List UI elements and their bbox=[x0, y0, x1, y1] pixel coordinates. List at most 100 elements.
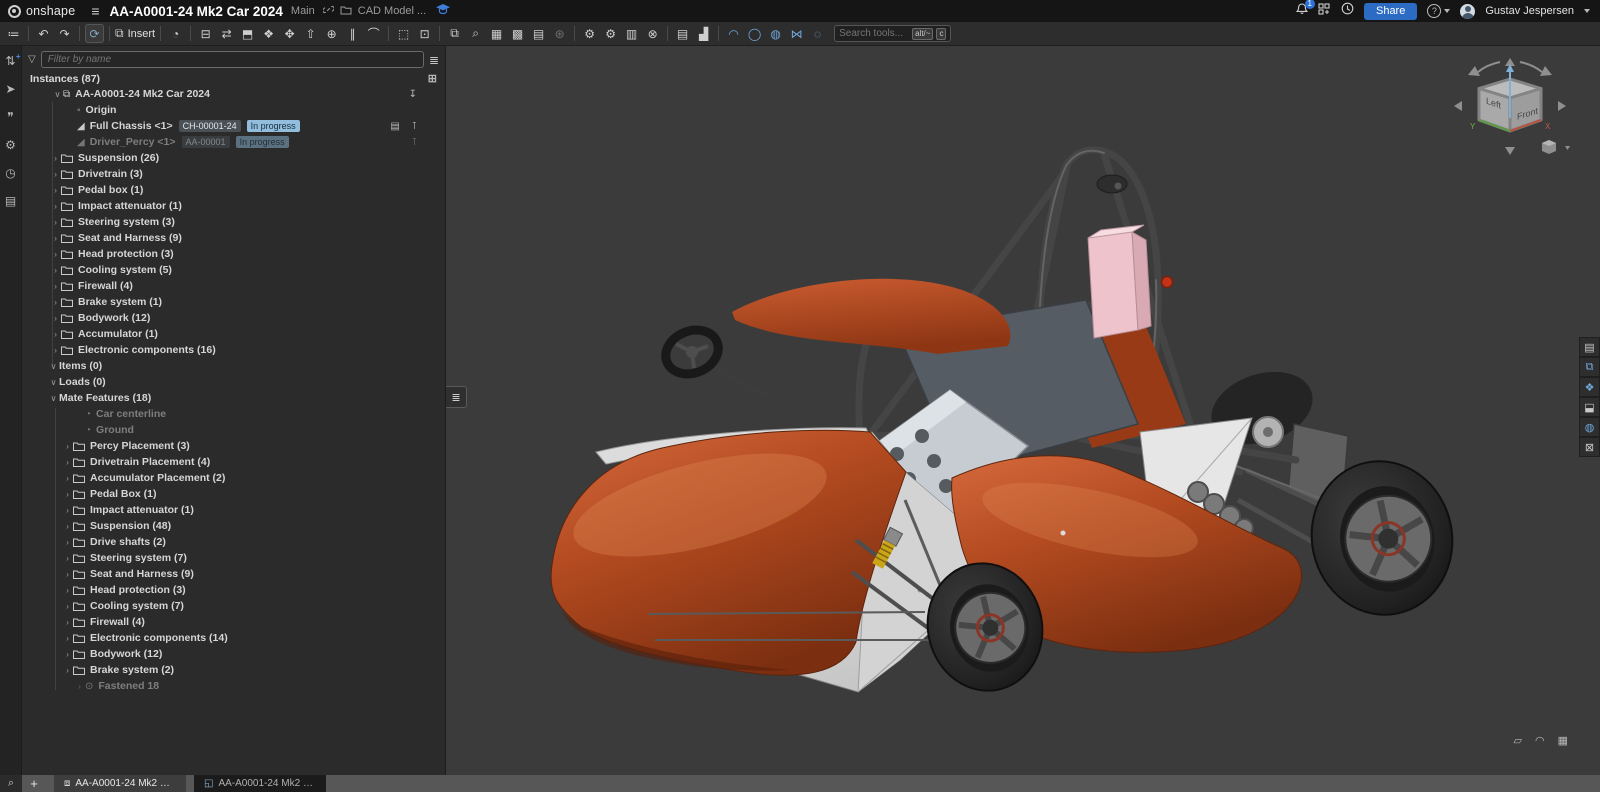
view-cube[interactable]: Left Front Y X bbox=[1448, 54, 1572, 162]
user-menu-chevron-icon[interactable] bbox=[1584, 9, 1590, 13]
tree-item[interactable]: ›Bodywork (12) bbox=[22, 646, 445, 662]
workspace-tab-label[interactable]: CAD Model ... bbox=[358, 5, 426, 17]
avatar[interactable] bbox=[1460, 4, 1475, 19]
tree-item[interactable]: ∨⧉AA-A0001-24 Mk2 Car 2024↧ bbox=[22, 86, 445, 102]
rotate-left-arrow[interactable] bbox=[1454, 101, 1462, 111]
contact-sim-icon[interactable]: ◠ bbox=[724, 24, 743, 43]
gear-relation-icon[interactable]: ⚙ bbox=[580, 24, 599, 43]
chevron-right-icon[interactable]: › bbox=[62, 473, 73, 483]
chevron-right-icon[interactable]: › bbox=[62, 553, 73, 563]
chevron-down-icon[interactable]: ∨ bbox=[48, 393, 59, 404]
update-sync-icon[interactable]: ⟳ bbox=[85, 24, 104, 43]
tree-item[interactable]: ›Bodywork (12) bbox=[22, 310, 445, 326]
document-tab-assembly[interactable]: ⧈AA-A0001-24 Mk2 Car ... bbox=[54, 775, 186, 792]
tree-item[interactable]: ›Accumulator Placement (2) bbox=[22, 470, 445, 486]
performance-gauge-icon[interactable]: ◠ bbox=[1535, 734, 1545, 747]
tree-item[interactable]: ›Cooling system (5) bbox=[22, 262, 445, 278]
tree-item[interactable]: ›Steering system (7) bbox=[22, 550, 445, 566]
named-views-icon[interactable]: ◔ bbox=[166, 24, 185, 43]
rack-relation-icon[interactable]: ⚙ bbox=[601, 24, 620, 43]
chevron-right-icon[interactable]: › bbox=[50, 313, 61, 323]
add-tab-button[interactable]: + bbox=[22, 776, 46, 791]
result-sim-icon[interactable]: ◌ bbox=[808, 24, 827, 43]
search-tools-input[interactable] bbox=[839, 28, 909, 39]
replicate-icon[interactable]: ⧉ bbox=[445, 24, 464, 43]
chevron-right-icon[interactable]: › bbox=[62, 537, 73, 547]
tree-item[interactable]: ›Cooling system (7) bbox=[22, 598, 445, 614]
bom-list-icon[interactable]: ▤ bbox=[5, 194, 16, 208]
rotate-down-arrow[interactable] bbox=[1505, 147, 1515, 155]
chevron-right-icon[interactable]: › bbox=[62, 617, 73, 627]
tree-item[interactable]: ›⊙Fastened 18 bbox=[22, 678, 445, 694]
main-menu-icon[interactable]: ≡ bbox=[91, 3, 99, 19]
chevron-right-icon[interactable]: › bbox=[62, 521, 73, 531]
search-tools-box[interactable]: alt/~ c bbox=[834, 25, 951, 42]
chevron-right-icon[interactable]: › bbox=[62, 585, 73, 595]
belt-relation-icon[interactable]: ▥ bbox=[622, 24, 641, 43]
chevron-right-icon[interactable]: › bbox=[50, 329, 61, 339]
tree-item[interactable]: ›Electronic components (16) bbox=[22, 342, 445, 358]
tree-item[interactable]: ›Pedal box (1) bbox=[22, 182, 445, 198]
tab-search-button[interactable]: ⌕ bbox=[0, 775, 22, 792]
chevron-right-icon[interactable]: › bbox=[50, 249, 61, 259]
chevron-right-icon[interactable]: › bbox=[62, 633, 73, 643]
comments-icon[interactable]: ❞ bbox=[7, 110, 13, 124]
tree-item[interactable]: ›Seat and Harness (9) bbox=[22, 230, 445, 246]
chevron-down-icon[interactable]: ∨ bbox=[52, 89, 63, 100]
redo-icon[interactable]: ↷ bbox=[55, 24, 74, 43]
constraint-sim-icon[interactable]: ⋈ bbox=[787, 24, 806, 43]
tree-item[interactable]: ›Drive shafts (2) bbox=[22, 534, 445, 550]
chevron-right-icon[interactable]: › bbox=[62, 569, 73, 579]
configurations-icon[interactable]: ⇅+ bbox=[5, 54, 15, 68]
tree-item[interactable]: ›Drivetrain (3) bbox=[22, 166, 445, 182]
ball-mate-icon[interactable]: ✥ bbox=[280, 24, 299, 43]
chevron-right-icon[interactable]: › bbox=[62, 457, 73, 467]
load-sim-icon[interactable]: ◍ bbox=[766, 24, 785, 43]
planar-mate-icon[interactable]: ❖ bbox=[259, 24, 278, 43]
document-tab-part-studio[interactable]: ◱AA-A0001-24 Mk2 Car ... bbox=[194, 775, 326, 792]
branch-label[interactable]: Main bbox=[291, 5, 315, 17]
revolute-mate-icon[interactable]: ⇄ bbox=[217, 24, 236, 43]
link-icon[interactable] bbox=[323, 4, 334, 18]
chevron-right-icon[interactable]: › bbox=[50, 265, 61, 275]
chevron-right-icon[interactable]: › bbox=[62, 665, 73, 675]
anchor-icon[interactable]: ↧ bbox=[409, 89, 417, 100]
mates-panel-icon[interactable]: ⊠ bbox=[1579, 437, 1600, 457]
measure-icon[interactable]: ▟ bbox=[694, 24, 713, 43]
tree-item[interactable]: ◦Origin bbox=[22, 102, 445, 118]
linear-pattern-icon[interactable]: ▦ bbox=[487, 24, 506, 43]
tree-item[interactable]: ›Head protection (3) bbox=[22, 246, 445, 262]
screw-relation-icon[interactable]: ⊗ bbox=[643, 24, 662, 43]
bom-panel-icon[interactable]: ▤ bbox=[1579, 337, 1600, 357]
new-folder-icon[interactable]: ⊞ bbox=[428, 72, 437, 85]
chevron-right-icon[interactable]: › bbox=[62, 441, 73, 451]
tree-item[interactable]: ◔Car centerline bbox=[22, 406, 445, 422]
chevron-right-icon[interactable]: › bbox=[50, 185, 61, 195]
tree-item[interactable]: ›Suspension (48) bbox=[22, 518, 445, 534]
recent-activity-icon[interactable] bbox=[1341, 2, 1354, 20]
insert-icon[interactable]: ⧉Insert bbox=[115, 24, 155, 43]
notifications-bell-icon[interactable]: 1 bbox=[1296, 3, 1308, 19]
app-store-icon[interactable] bbox=[1318, 2, 1331, 20]
suppress-icon[interactable]: ⊛ bbox=[550, 24, 569, 43]
fastened-mate-icon[interactable]: ⊟ bbox=[196, 24, 215, 43]
snap-mode-icon[interactable]: ▩ bbox=[508, 24, 527, 43]
parallel-mate-icon[interactable]: ∥ bbox=[343, 24, 362, 43]
chevron-down-icon[interactable]: ∨ bbox=[48, 361, 59, 372]
circular-pattern-icon[interactable]: ▤ bbox=[529, 24, 548, 43]
tree-item[interactable]: ›Steering system (3) bbox=[22, 214, 445, 230]
tree-item[interactable]: ∨Items (0) bbox=[22, 358, 445, 374]
tangent-mate-icon[interactable]: ⌒ bbox=[364, 24, 383, 43]
chevron-right-icon[interactable]: › bbox=[50, 281, 61, 291]
tree-item[interactable]: ›Brake system (2) bbox=[22, 662, 445, 678]
chevron-right-icon[interactable]: › bbox=[62, 601, 73, 611]
display-states-icon[interactable]: ⬓ bbox=[1579, 397, 1600, 417]
chevron-right-icon[interactable]: › bbox=[50, 345, 61, 355]
filter-icon[interactable]: ▽ bbox=[28, 54, 36, 65]
tree-item[interactable]: ◢Full Chassis <1>CH-00001-24In progress▤… bbox=[22, 118, 445, 134]
chevron-right-icon[interactable]: › bbox=[50, 297, 61, 307]
chevron-right-icon[interactable]: › bbox=[74, 681, 85, 691]
cylindrical-mate-icon[interactable]: ⇧ bbox=[301, 24, 320, 43]
tree-item[interactable]: ›Seat and Harness (9) bbox=[22, 566, 445, 582]
pin-slot-mate-icon[interactable]: ⊕ bbox=[322, 24, 341, 43]
